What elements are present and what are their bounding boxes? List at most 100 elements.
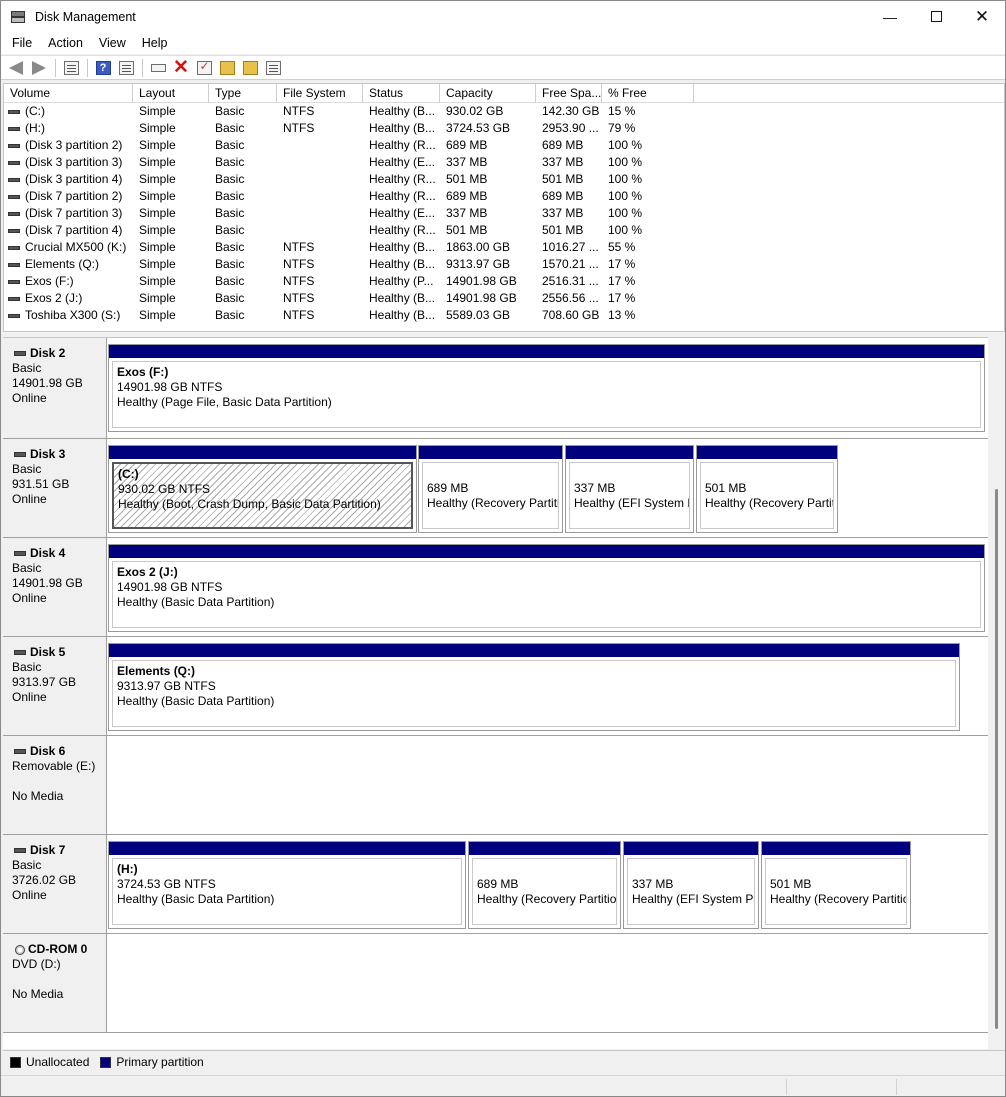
scrollbar-thumb[interactable] (995, 489, 998, 1029)
volume-row[interactable]: (Disk 7 partition 4) Simple Basic Healthy (… (4, 222, 1004, 239)
disk-row-disk-2: Disk 2 Basic 14901.98 GB Online Exos (F:) 149… (3, 338, 988, 439)
show-hide-console-tree-button[interactable] (60, 58, 82, 78)
disk-row-disk-7: Disk 7 Basic 3726.02 GB Online (H:) 3724.53 G… (3, 835, 988, 934)
free-space-cell: 689 MB (542, 138, 584, 152)
partition-size: 501 MB (705, 481, 747, 495)
volume-row[interactable]: (H:) Simple Basic NTFS Healthy (B... 3724.53 … (4, 120, 1004, 137)
partition-block[interactable]: Exos 2 (J:) 14901.98 GB NTFS Healthy (Basi… (108, 544, 985, 632)
list-button[interactable] (262, 58, 284, 78)
primary-partition-bar (109, 545, 984, 558)
volume-row[interactable]: (Disk 7 partition 3) Simple Basic Healthy (… (4, 205, 1004, 222)
disk-row-disk-5: Disk 5 Basic 9313.97 GB Online Elements (Q:)… (3, 637, 988, 736)
volume-name-text: (Disk 3 partition 3) (25, 155, 123, 169)
disk-label[interactable]: Disk 3 Basic 931.51 GB Online (3, 439, 107, 537)
column-header-type[interactable]: Type (209, 84, 277, 103)
file-system-cell (277, 222, 363, 239)
disk-label[interactable]: Disk 4 Basic 14901.98 GB Online (3, 538, 107, 636)
primary-partition-swatch (100, 1056, 112, 1068)
disk-name: CD-ROM 0 (12, 942, 106, 957)
vertical-scrollbar[interactable] (989, 337, 1005, 1049)
delete-button[interactable]: ✕ (170, 58, 192, 78)
volume-row[interactable]: Crucial MX500 (K:) Simple Basic NTFS Healthy… (4, 239, 1004, 256)
volume-row[interactable]: (Disk 3 partition 4) Simple Basic Healthy (… (4, 171, 1004, 188)
partition-block[interactable]: 689 MBHealthy (Recovery Partition) (468, 841, 621, 929)
menu-help[interactable]: Help (134, 32, 176, 54)
volume-row[interactable]: Elements (Q:) Simple Basic NTFS Healthy (B..… (4, 256, 1004, 273)
volume-name-cell: (H:) (4, 120, 133, 137)
layout-cell: Simple (139, 291, 176, 305)
title-bar[interactable]: Disk Management — ✕ (1, 1, 1005, 32)
column-header-volume[interactable]: Volume (4, 84, 133, 103)
partition-name-empty (632, 862, 754, 877)
volume-row[interactable]: Toshiba X300 (S:) Simple Basic NTFS Healthy … (4, 307, 1004, 324)
volume-row[interactable]: (Disk 7 partition 2) Simple Basic Healthy (… (4, 188, 1004, 205)
layout-cell: Simple (139, 172, 176, 186)
disk-label[interactable]: Disk 6 Removable (E:) No Media (3, 736, 107, 834)
disk-row-cd-rom-0: CD-ROM 0 DVD (D:) No Media (3, 934, 988, 1033)
connect-button[interactable] (147, 58, 169, 78)
menu-view[interactable]: View (91, 32, 134, 54)
partition-block[interactable]: 337 MBHealthy (EFI System Partition) (623, 841, 759, 929)
folder-up-button[interactable] (216, 58, 238, 78)
disk-label[interactable]: Disk 2 Basic 14901.98 GB Online (3, 338, 107, 438)
status-cell: Healthy (E... (369, 206, 436, 220)
partition-block[interactable]: 337 MBHealthy (EFI System Partition) (565, 445, 694, 533)
partition-size: 337 MB (574, 481, 616, 495)
percent-free-cell: 100 % (608, 206, 643, 220)
partition-status: Healthy (Page File, Basic Data Partition… (117, 395, 332, 409)
volume-row[interactable]: (Disk 3 partition 3) Simple Basic Healthy (… (4, 154, 1004, 171)
volume-row[interactable]: (Disk 3 partition 2) Simple Basic Healthy (… (4, 137, 1004, 154)
menu-action[interactable]: Action (40, 32, 91, 54)
maximize-button[interactable] (913, 1, 959, 32)
disk-name-text: CD-ROM 0 (28, 942, 88, 956)
partition-block[interactable]: Exos (F:) 14901.98 GB NTFS Healthy (Page F… (108, 344, 985, 432)
column-header-free-space[interactable]: Free Spa... (536, 84, 602, 103)
free-space-cell: 501 MB (542, 223, 584, 237)
free-space-cell: 337 MB (542, 206, 584, 220)
volume-name-text: Exos 2 (J:) (25, 291, 83, 305)
disk-size: 3726.02 GB (12, 873, 77, 887)
column-header-percent-free[interactable]: % Free (602, 84, 694, 103)
status-cell: Healthy (B... (369, 308, 436, 322)
cdrom-icon (15, 944, 25, 955)
check-button[interactable] (193, 58, 215, 78)
partition-block[interactable]: 501 MBHealthy (Recovery Partition) (761, 841, 911, 929)
capacity-cell: 501 MB (446, 223, 488, 237)
help-button[interactable]: ? (92, 58, 114, 78)
close-button[interactable]: ✕ (959, 1, 1005, 32)
disk-label[interactable]: Disk 5 Basic 9313.97 GB Online (3, 637, 107, 735)
volume-name-text: (C:) (25, 104, 45, 118)
minimize-button[interactable]: — (867, 1, 913, 32)
disk-label[interactable]: Disk 7 Basic 3726.02 GB Online (3, 835, 107, 933)
find-button[interactable] (239, 58, 261, 78)
partition-block[interactable]: Elements (Q:) 9313.97 GB NTFS Healthy (Bas… (108, 643, 960, 731)
column-header-file-system[interactable]: File System (277, 84, 363, 103)
partition-body: 337 MBHealthy (EFI System Partition) (627, 858, 755, 925)
disk-label[interactable]: CD-ROM 0 DVD (D:) No Media (3, 934, 107, 1032)
disk-state: No Media (12, 987, 64, 1001)
volume-row[interactable]: Exos 2 (J:) Simple Basic NTFS Healthy (B... 1… (4, 290, 1004, 307)
volume-row[interactable]: Exos (F:) Simple Basic NTFS Healthy (P... 149… (4, 273, 1004, 290)
partition-status: Healthy (EFI System Partition) (574, 496, 689, 510)
column-header-capacity[interactable]: Capacity (440, 84, 536, 103)
properties-button[interactable] (115, 58, 137, 78)
partition-block[interactable]: 501 MBHealthy (Recovery Partition) (696, 445, 838, 533)
forward-button[interactable] (28, 58, 50, 78)
disk-name-text: Disk 7 (30, 843, 66, 857)
back-button[interactable] (5, 58, 27, 78)
status-cell: Healthy (R... (369, 189, 436, 203)
partition-block[interactable]: (H:) 3724.53 GB NTFS Healthy (Basic Data P… (108, 841, 466, 929)
partition-block[interactable]: 689 MBHealthy (Recovery Partition) (418, 445, 563, 533)
partition-body: 337 MBHealthy (EFI System Partition) (569, 462, 690, 529)
volume-name-text: (Disk 7 partition 2) (25, 189, 123, 203)
disk-type: Basic (12, 462, 42, 476)
column-header-status[interactable]: Status (363, 84, 440, 103)
disk-icon (14, 551, 26, 556)
menu-file[interactable]: File (4, 32, 40, 54)
volume-row[interactable]: (C:) Simple Basic NTFS Healthy (B... 930.02 G… (4, 103, 1004, 120)
column-header-layout[interactable]: Layout (133, 84, 209, 103)
disk-name-text: Disk 3 (30, 447, 66, 461)
partition-block[interactable]: (C:) 930.02 GB NTFS Healthy (Boot, Crash D… (108, 445, 417, 533)
partition-body: (C:) 930.02 GB NTFS Healthy (Boot, Crash D… (112, 462, 413, 529)
volume-name-text: Elements (Q:) (25, 257, 100, 271)
